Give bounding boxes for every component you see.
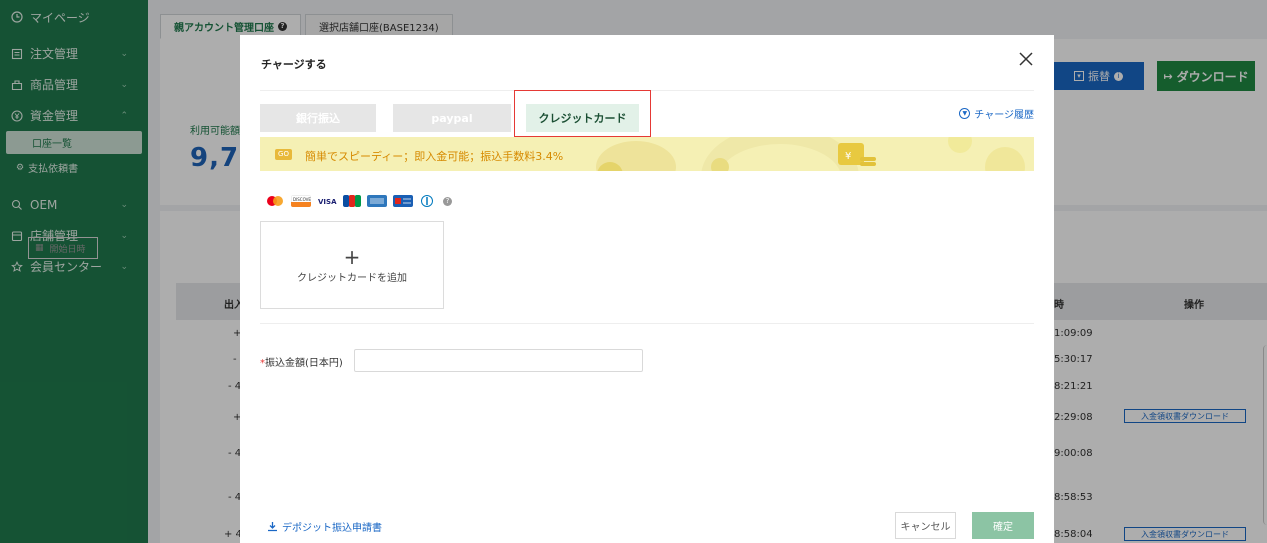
charge-history-link[interactable]: ▼ チャージ履歴: [959, 106, 1034, 121]
visa-icon: VISA: [318, 198, 337, 206]
amex-icon: [367, 195, 387, 207]
promo-banner: ¥ GO 簡単でスピーディー；即入金可能；振込手数料3.4%: [260, 137, 1034, 171]
add-credit-card-button[interactable]: + クレジットカードを追加: [260, 221, 444, 309]
diners-icon: [421, 195, 433, 207]
amount-label-text: 振込金額(日本円): [265, 358, 343, 369]
cancel-button-label: キャンセル: [900, 522, 951, 533]
amount-input[interactable]: [354, 349, 643, 372]
discover-icon: DISCOVER: [291, 195, 311, 207]
deposit-link-label: デポジット振込申請書: [282, 523, 382, 534]
card-brand-icons: DISCOVER VISA ?: [265, 195, 452, 207]
deposit-request-link[interactable]: デポジット振込申請書: [267, 519, 382, 534]
selection-highlight: [514, 90, 651, 137]
history-link-label: チャージ履歴: [974, 110, 1034, 121]
jcb-blue-icon: [393, 195, 413, 207]
confirm-button-label: 確定: [993, 522, 1013, 533]
download-icon: [268, 522, 277, 532]
banner-text: 簡単でスピーディー；即入金可能；振込手数料3.4%: [305, 150, 564, 163]
modal-title: チャージする: [261, 58, 327, 71]
banner-tag: GO: [275, 149, 292, 160]
tab-label: 銀行振込: [296, 112, 340, 125]
tab-bank-transfer[interactable]: 銀行振込: [260, 104, 376, 132]
cancel-button[interactable]: キャンセル: [895, 512, 956, 539]
mastercard-icon: [267, 196, 283, 206]
tab-label: paypal: [431, 111, 473, 125]
plus-icon: +: [343, 244, 361, 269]
svg-text:¥: ¥: [845, 151, 851, 162]
svg-text:VISA: VISA: [318, 198, 337, 206]
chevron-circle-icon: ▼: [959, 108, 971, 119]
tab-paypal[interactable]: paypal: [393, 104, 511, 132]
add-card-label: クレジットカードを追加: [297, 272, 407, 284]
svg-text:DISCOVER: DISCOVER: [293, 197, 311, 202]
help-icon[interactable]: ?: [443, 196, 452, 206]
jcb-icon: [343, 195, 361, 207]
charge-modal: チャージする 銀行振込 paypal クレジットカード ▼ チャージ履歴 ¥ G…: [240, 35, 1054, 543]
divider: [260, 323, 1034, 324]
close-icon[interactable]: [1018, 51, 1034, 67]
confirm-button[interactable]: 確定: [972, 512, 1034, 539]
amount-label: *振込金額(日本円): [260, 354, 343, 369]
